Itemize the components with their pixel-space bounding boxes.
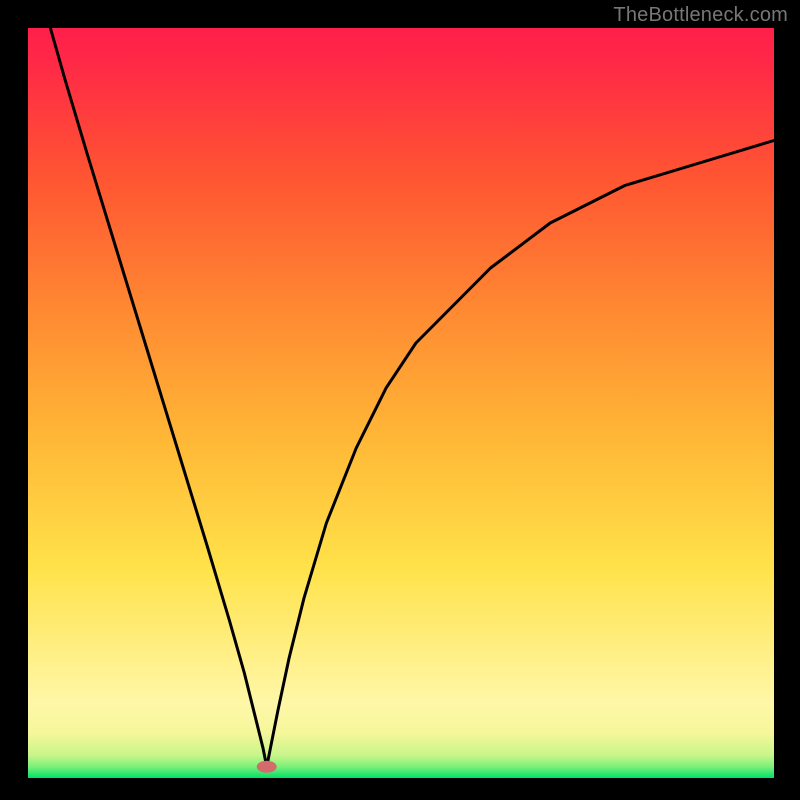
minimum-marker — [257, 761, 277, 773]
chart-stage: TheBottleneck.com — [0, 0, 800, 800]
plot-background — [28, 28, 774, 778]
bottleneck-chart — [0, 0, 800, 800]
watermark-text: TheBottleneck.com — [613, 4, 788, 27]
